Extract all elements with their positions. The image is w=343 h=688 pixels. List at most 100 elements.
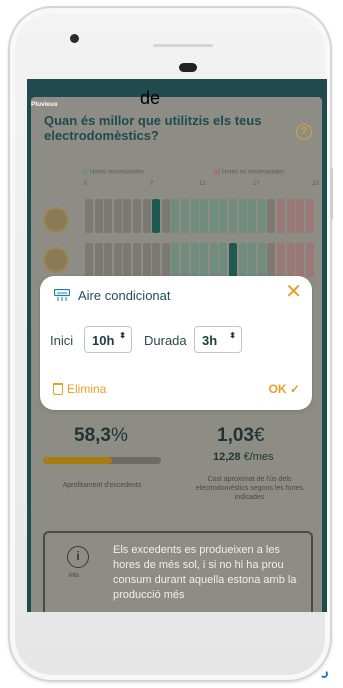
hour-bar[interactable]	[305, 199, 314, 233]
close-icon[interactable]: ✕	[285, 281, 302, 303]
hour-bar[interactable]	[209, 199, 218, 233]
hour-bar[interactable]	[161, 243, 170, 277]
page-title: Quan és millor que utilitzis els teus el…	[44, 113, 262, 143]
hour-bar[interactable]	[161, 199, 170, 233]
check-icon: ✓	[289, 382, 300, 396]
front-camera	[70, 34, 79, 43]
legend-swatch-recommended	[82, 169, 88, 175]
legend-recommended-label: Hores recomanades	[90, 169, 145, 176]
dishwasher-icon[interactable]	[43, 247, 69, 273]
duration-value: 3h	[202, 333, 218, 348]
hour-bar[interactable]	[190, 199, 199, 233]
hour-bar[interactable]	[277, 199, 285, 233]
duration-stepper[interactable]: 3h ⬍	[194, 326, 242, 353]
hour-bar[interactable]	[104, 243, 113, 277]
hour-bar[interactable]	[171, 243, 180, 277]
hour-bar[interactable]	[238, 243, 247, 277]
hour-bar[interactable]	[200, 243, 209, 277]
hour-bar[interactable]	[305, 243, 314, 277]
hour-tick: 23	[312, 181, 319, 187]
hour-bar[interactable]	[257, 199, 266, 233]
washing-machine-icon[interactable]	[43, 207, 69, 233]
hour-bar[interactable]	[113, 199, 122, 233]
hour-bar[interactable]	[248, 243, 257, 277]
top-tag: Pluvieux	[31, 101, 58, 108]
air-conditioner-icon	[54, 289, 70, 301]
info-icon-label: info	[69, 573, 79, 579]
per-month-unit: €/mes	[243, 451, 274, 463]
hour-bar[interactable]	[190, 243, 199, 277]
overlay-text: de	[140, 88, 161, 108]
cost-unit: €	[253, 425, 265, 446]
hour-bar[interactable]	[296, 243, 305, 277]
hour-bar[interactable]	[257, 243, 266, 277]
start-stepper[interactable]: 10h ⬍	[84, 326, 132, 353]
ok-label: OK	[268, 382, 287, 396]
hour-bar[interactable]	[181, 243, 189, 277]
delete-label: Elimina	[67, 382, 107, 396]
delete-button[interactable]: Elimina	[53, 382, 106, 396]
corner-indicator	[320, 670, 328, 678]
legend-not-recommended-label: Hores no recomanades	[222, 169, 285, 176]
cost-value: 1,03	[217, 425, 254, 446]
start-label: Inici	[50, 333, 74, 348]
hour-bar[interactable]	[142, 199, 151, 233]
hour-bar[interactable]	[219, 199, 228, 233]
hour-bar[interactable]	[142, 243, 151, 277]
hour-tick: 12	[199, 181, 206, 187]
ok-button[interactable]: OK ✓	[269, 382, 300, 396]
hour-bar[interactable]	[152, 199, 161, 233]
legend-recommended: Hores recomanades	[82, 169, 144, 176]
legend-not-recommended: Hores no recomanades	[214, 169, 284, 176]
hour-bar[interactable]	[219, 243, 228, 277]
hour-tick: 0	[84, 181, 88, 187]
surplus-progress-fill	[43, 457, 112, 464]
hour-bar[interactable]	[123, 243, 132, 277]
cost-caption: Cost aproximat de l'ús dels electrodomès…	[195, 476, 304, 501]
hour-bar[interactable]	[296, 199, 305, 233]
hour-bar[interactable]	[133, 243, 141, 277]
hour-bar[interactable]	[286, 243, 295, 277]
hour-bar[interactable]	[229, 243, 237, 277]
hour-bar[interactable]	[267, 199, 276, 233]
hour-bar[interactable]	[209, 243, 218, 277]
hour-bar[interactable]	[181, 199, 189, 233]
stepper-arrows-icon[interactable]: ⬍	[229, 332, 236, 340]
hour-bar[interactable]	[248, 199, 257, 233]
earpiece	[179, 63, 197, 72]
appliance-modal: Aire condicionat ✕ Inici 10h ⬍ Durada 3h ⬍…	[40, 276, 312, 410]
hour-bar[interactable]	[277, 243, 285, 277]
stage: Pluvieux Quan és millor que utilitzis el…	[0, 0, 343, 688]
info-box: i info Els excedents es produeixen a les…	[43, 531, 313, 612]
cost-stat: 1,03€	[217, 425, 265, 447]
hour-bar[interactable]	[94, 199, 103, 233]
help-icon[interactable]: ?	[296, 124, 312, 140]
start-value: 10h	[92, 333, 115, 348]
hour-bar[interactable]	[200, 199, 209, 233]
surplus-value: 58,3	[74, 425, 111, 446]
per-month-value: 12,28	[213, 451, 241, 463]
hour-bar[interactable]	[286, 199, 295, 233]
hour-bar[interactable]	[104, 199, 113, 233]
hour-bar[interactable]	[152, 243, 161, 277]
hours-row-dishwasher	[85, 243, 315, 277]
hour-tick: 17	[253, 181, 260, 187]
hour-bar[interactable]	[171, 199, 180, 233]
stepper-arrows-icon[interactable]: ⬍	[119, 332, 126, 340]
hour-bar[interactable]	[123, 199, 132, 233]
hour-bar[interactable]	[85, 243, 93, 277]
hour-bar[interactable]	[238, 199, 247, 233]
cost-per-month: 12,28 €/mes	[213, 451, 274, 463]
hours-row-washing-machine	[85, 199, 315, 233]
surplus-unit: %	[110, 425, 128, 446]
trash-icon	[53, 383, 63, 395]
hour-tick: 7	[150, 181, 154, 187]
modal-title: Aire condicionat	[78, 288, 171, 303]
hour-bar[interactable]	[85, 199, 93, 233]
hour-bar[interactable]	[94, 243, 103, 277]
hour-bar[interactable]	[267, 243, 276, 277]
hour-bar[interactable]	[113, 243, 122, 277]
hour-bar[interactable]	[229, 199, 237, 233]
side-button	[330, 168, 333, 220]
hour-bar[interactable]	[133, 199, 141, 233]
